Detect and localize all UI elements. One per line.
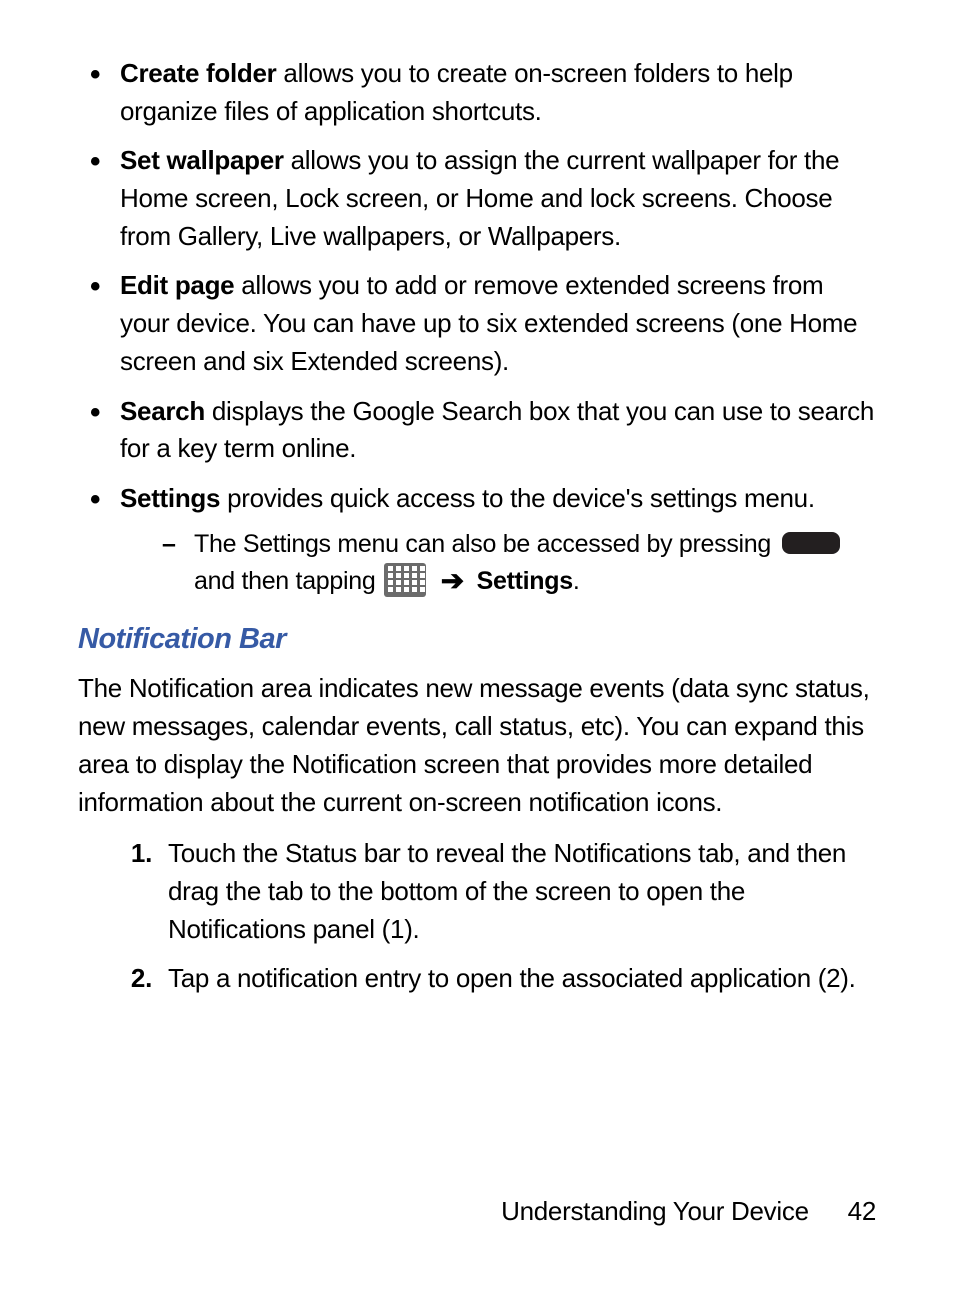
dash-icon: – <box>162 526 176 562</box>
step-text: Touch the Status bar to reveal the Notif… <box>168 838 846 943</box>
step-text: Tap a notification entry to open the ass… <box>168 963 856 993</box>
section-heading-notification-bar: Notification Bar <box>78 618 876 660</box>
footer-page-number: 42 <box>848 1196 876 1226</box>
sub-bullet-settings: – The Settings menu can also be accessed… <box>120 526 876 603</box>
bullet-term: Create folder <box>120 58 276 88</box>
bullet-search: Search displays the Google Search box th… <box>78 393 876 468</box>
home-button-icon <box>782 532 840 554</box>
sub-lead: The Settings menu can also be accessed b… <box>194 530 778 558</box>
footer-section: Understanding Your Device <box>501 1196 809 1226</box>
page: Create folder allows you to create on-sc… <box>0 0 954 1295</box>
bullet-settings: Settings provides quick access to the de… <box>78 480 876 603</box>
apps-grid-icon <box>384 563 426 597</box>
feature-bullet-list: Create folder allows you to create on-sc… <box>78 55 876 602</box>
bullet-term: Settings <box>120 483 220 513</box>
bullet-create-folder: Create folder allows you to create on-sc… <box>78 55 876 130</box>
bullet-desc: displays the Google Search box that you … <box>120 396 874 464</box>
bullet-term: Edit page <box>120 270 234 300</box>
bullet-term: Search <box>120 396 205 426</box>
arrow-right-icon: ➔ <box>441 561 464 602</box>
step-number: 2. <box>104 960 152 998</box>
sub-mid: and then tapping <box>194 567 382 595</box>
bullet-desc: provides quick access to the device's se… <box>220 483 815 513</box>
bullet-set-wallpaper: Set wallpaper allows you to assign the c… <box>78 142 876 255</box>
sub-target: Settings <box>477 567 573 595</box>
step-2: 2. Tap a notification entry to open the … <box>104 960 876 998</box>
bullet-edit-page: Edit page allows you to add or remove ex… <box>78 267 876 380</box>
page-footer: Understanding Your Device 42 <box>501 1193 876 1231</box>
step-number: 1. <box>104 835 152 873</box>
step-1: 1. Touch the Status bar to reveal the No… <box>104 835 876 948</box>
steps-list: 1. Touch the Status bar to reveal the No… <box>104 835 876 998</box>
sub-period: . <box>573 567 580 595</box>
section-paragraph: The Notification area indicates new mess… <box>78 670 876 821</box>
bullet-term: Set wallpaper <box>120 145 284 175</box>
